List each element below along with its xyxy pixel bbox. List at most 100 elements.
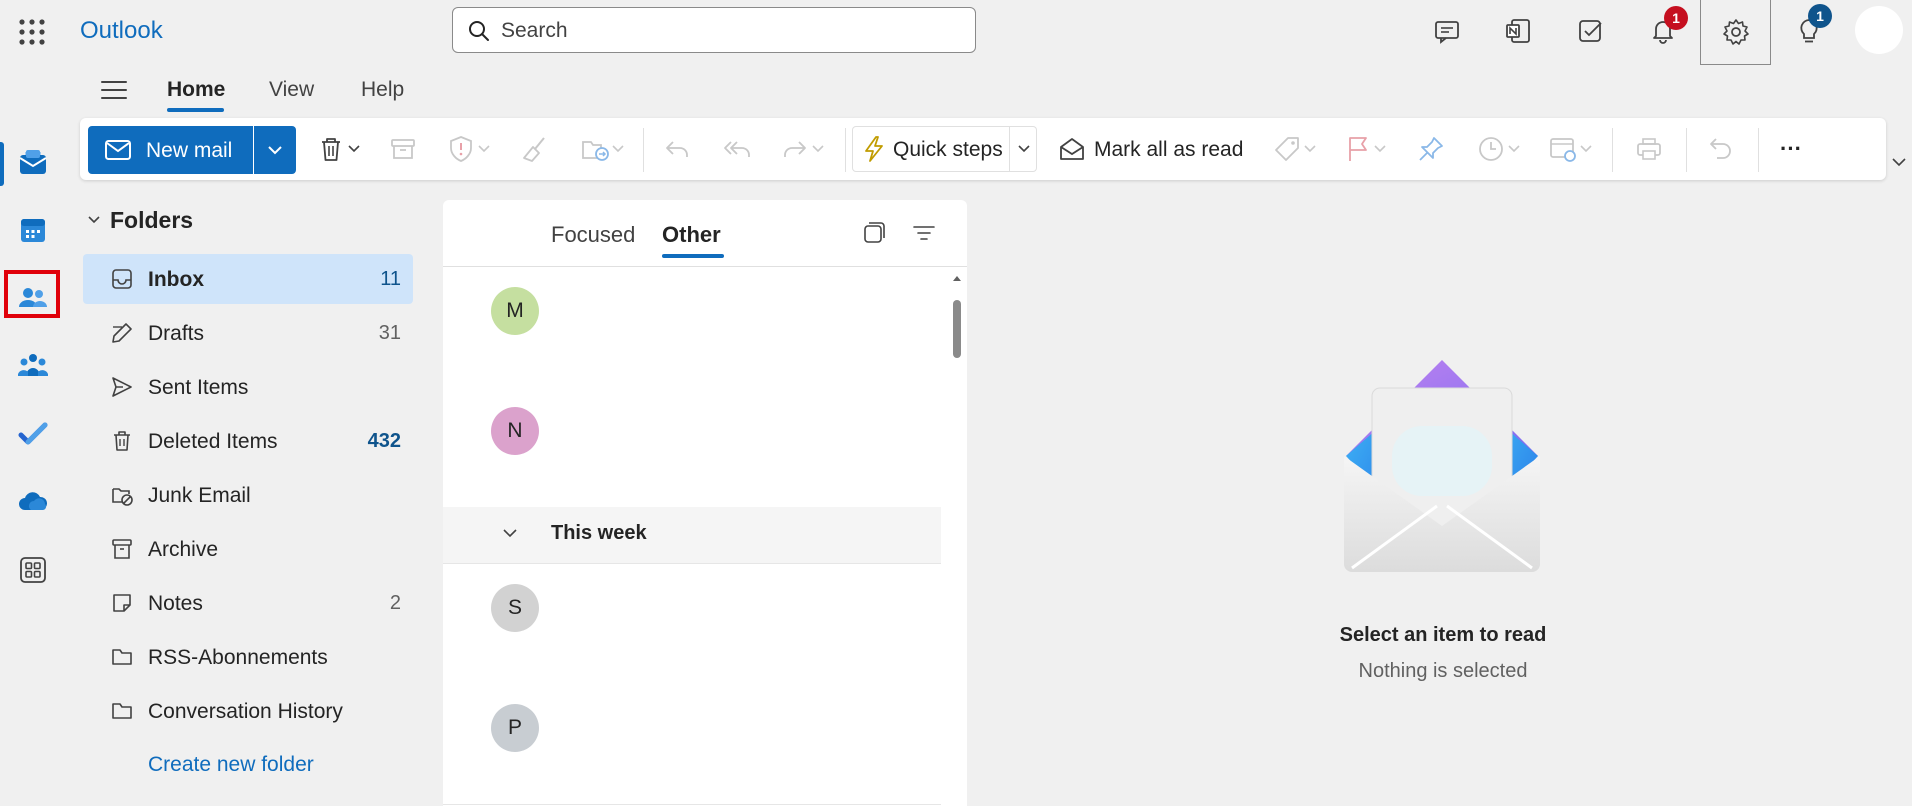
folder-name: Drafts [148, 322, 205, 345]
message-row[interactable]: S [443, 564, 941, 685]
folder-rss-abonnements[interactable]: RSS-Abonnements [83, 632, 413, 682]
create-new-folder-link[interactable]: Create new folder [148, 753, 314, 777]
folder-name: Sent Items [148, 376, 249, 399]
undo-button[interactable] [1706, 132, 1736, 166]
forward-button[interactable] [780, 132, 826, 166]
more-options-button[interactable]: ··· [1780, 132, 1802, 166]
archive-button[interactable] [388, 132, 418, 166]
ribbon-separator [643, 128, 644, 172]
message-row[interactable]: M [443, 267, 941, 388]
calendar-icon [18, 215, 48, 245]
app-launcher-icon[interactable] [16, 16, 48, 48]
forward-icon [780, 134, 810, 164]
onenote-icon [1504, 17, 1532, 45]
new-mail-button[interactable]: New mail [88, 126, 253, 174]
folder-name: Junk Email [148, 484, 251, 507]
todo-button[interactable] [1570, 10, 1612, 52]
sender-avatar: P [491, 704, 539, 752]
folder-archive[interactable]: Archive [83, 524, 413, 574]
categorize-button[interactable] [1272, 132, 1318, 166]
rail-mail-button[interactable] [9, 138, 57, 186]
inbox-icon [110, 267, 134, 291]
reply-all-button[interactable] [720, 132, 752, 166]
rules-button[interactable] [1548, 132, 1594, 166]
message-list-scrollbar[interactable] [947, 266, 967, 806]
account-avatar[interactable] [1855, 6, 1903, 54]
filter-icon[interactable] [911, 220, 937, 246]
folder-name: Archive [148, 538, 219, 561]
rail-calendar-button[interactable] [9, 206, 57, 254]
folder-icon [110, 699, 134, 723]
reply-icon [662, 134, 692, 164]
scroll-up-arrow-icon[interactable] [952, 274, 962, 282]
message-row[interactable]: N [443, 387, 941, 508]
message-row[interactable]: P [443, 684, 941, 805]
folder-deleted-items[interactable]: Deleted Items 432 [83, 416, 413, 466]
report-button[interactable] [446, 132, 492, 166]
folders-collapse-chevron-icon[interactable] [86, 214, 102, 226]
teams-chat-button[interactable] [1426, 10, 1468, 52]
delete-button[interactable] [316, 132, 362, 166]
printer-icon [1634, 134, 1664, 164]
apps-grid-icon [18, 555, 48, 585]
archive-icon [388, 134, 418, 164]
folder-name: RSS-Abonnements [148, 646, 328, 669]
tab-view[interactable]: View [269, 78, 314, 102]
reply-all-icon [720, 134, 752, 164]
folder-conversation-history[interactable]: Conversation History [83, 686, 413, 736]
sweep-button[interactable] [520, 132, 550, 166]
chevron-down-icon [1372, 143, 1388, 155]
mark-all-read-icon-wrap[interactable] [1058, 132, 1086, 166]
pin-button[interactable] [1416, 132, 1446, 166]
folders-header[interactable]: Folders [110, 207, 193, 234]
note-icon [110, 591, 134, 615]
app-title[interactable]: Outlook [80, 16, 163, 46]
tips-button[interactable]: 1 [1788, 4, 1832, 52]
mail-icon [104, 138, 132, 162]
move-to-button[interactable] [580, 132, 626, 166]
folder-drafts[interactable]: Drafts 31 [83, 308, 413, 358]
rail-todo-button[interactable] [9, 410, 57, 458]
sender-avatar: S [491, 584, 539, 632]
select-checkbox-icon[interactable] [861, 220, 887, 246]
folder-notes[interactable]: Notes 2 [83, 578, 413, 628]
settings-button[interactable] [1700, 0, 1771, 65]
chevron-down-icon [810, 143, 826, 155]
notifications-button[interactable]: 1 [1642, 6, 1688, 52]
tab-home[interactable]: Home [167, 78, 225, 102]
rail-more-apps-button[interactable] [9, 546, 57, 594]
folder-inbox[interactable]: Inbox 11 [83, 254, 413, 304]
new-mail-dropdown-button[interactable] [254, 126, 296, 174]
ribbon-expand-chevron-icon[interactable] [1890, 156, 1908, 168]
search-box[interactable] [452, 7, 976, 53]
folder-junk-email[interactable]: Junk Email [83, 470, 413, 520]
tab-focused[interactable]: Focused [551, 222, 635, 248]
folder-name: Notes [148, 592, 203, 615]
rail-groups-button[interactable] [9, 342, 57, 390]
flag-button[interactable] [1344, 132, 1388, 166]
chevron-down-icon[interactable] [1016, 143, 1032, 155]
search-input[interactable] [499, 16, 963, 46]
tab-other[interactable]: Other [662, 222, 721, 248]
tips-badge: 1 [1808, 4, 1832, 28]
snooze-button[interactable] [1476, 132, 1522, 166]
folder-sent-items[interactable]: Sent Items [83, 362, 413, 412]
reply-button[interactable] [662, 132, 692, 166]
rail-onedrive-button[interactable] [9, 478, 57, 526]
hamburger-menu-icon[interactable] [96, 76, 132, 104]
notifications-badge: 1 [1664, 6, 1688, 30]
gear-icon [1721, 17, 1751, 47]
scroll-thumb[interactable] [953, 300, 961, 358]
folder-icon [110, 645, 134, 669]
group-header-this-week[interactable]: This week [443, 507, 941, 564]
app-rail [0, 62, 66, 806]
print-button[interactable] [1634, 132, 1664, 166]
groups-icon [17, 350, 49, 382]
send-icon [110, 375, 134, 399]
folder-name: Deleted Items [148, 430, 278, 453]
quick-steps-button[interactable]: Quick steps [852, 126, 1037, 172]
mark-all-as-read-button[interactable]: Mark all as read [1094, 138, 1243, 162]
junk-icon [110, 483, 134, 507]
onenote-button[interactable] [1497, 10, 1539, 52]
tab-help[interactable]: Help [361, 78, 404, 102]
